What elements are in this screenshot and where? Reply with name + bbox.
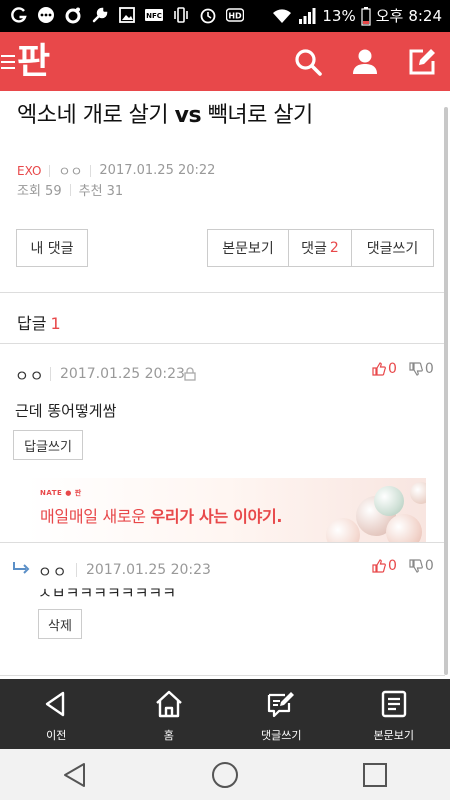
comment-write-icon [268, 692, 295, 718]
upvote-button[interactable]: 0 [372, 558, 397, 574]
divider [0, 292, 445, 293]
house-icon [155, 690, 182, 718]
replies-heading: 답글 1 [17, 314, 61, 333]
vibrate-icon [172, 6, 190, 24]
nfc-icon: NFC [145, 6, 163, 24]
scrollbar[interactable] [444, 107, 448, 675]
view-post-button[interactable]: 본문보기 [208, 230, 289, 266]
divider [0, 675, 445, 676]
system-nav-bar [0, 749, 450, 800]
document-icon [381, 690, 406, 718]
view-post-tool-button[interactable]: 본문보기 [338, 679, 450, 749]
comments-count: 2 [329, 240, 339, 256]
logo: 판 [17, 41, 50, 82]
comment-date: 2017.01.25 20:23 [86, 562, 211, 578]
home-label: 홈 [163, 729, 174, 742]
thumbs-up-icon [372, 559, 386, 573]
post-datetime: 2017.01.25 20:22 [99, 163, 216, 178]
my-comments-button[interactable]: 내 댓글 [16, 229, 88, 267]
ad-text: 매일매일 새로운 우리가 사는 이야기. [40, 507, 283, 526]
write-comment-tool-button[interactable]: 댓글쓰기 [225, 679, 338, 749]
image-icon [118, 6, 136, 24]
svg-text:NFC: NFC [146, 12, 162, 20]
person-icon [352, 49, 377, 74]
hd-icon: HD [226, 6, 244, 24]
circle-icon [64, 6, 82, 24]
g-icon [10, 6, 28, 24]
svg-text:HD: HD [228, 12, 242, 21]
write-comment-button[interactable]: 댓글쓰기 [352, 230, 433, 266]
home-circle-icon [212, 761, 238, 788]
logo-menu-button[interactable]: 판 [0, 39, 50, 85]
write-icon [409, 48, 435, 74]
clock-period: 오후 [375, 7, 404, 25]
status-bar: NFC HD 13% 오후 8:24 [0, 0, 450, 32]
home-button[interactable]: 홈 [113, 679, 226, 749]
reply-arrow-icon [13, 562, 30, 574]
triangle-back-icon [46, 691, 65, 717]
comment-body: ㅅㅂㅋㅋㅋㅋㅋㅋㅋㅋ [38, 588, 177, 600]
replies-count: 1 [50, 314, 61, 333]
ad-brand: NATE ● 판 [40, 489, 82, 497]
alarm-icon [199, 6, 217, 24]
recent-apps-icon [363, 762, 387, 787]
comment-votes: 0 0 [372, 558, 434, 574]
search-icon [294, 48, 322, 76]
comment-date: 2017.01.25 20:23 [60, 366, 185, 382]
lock-icon [184, 367, 196, 381]
app-header: 판 [0, 32, 450, 91]
post-meta: EXO ㅇㅇ 2017.01.25 20:22 [17, 161, 215, 180]
post-category[interactable]: EXO [17, 164, 41, 178]
view-post-label: 본문보기 [373, 729, 414, 742]
downvote-button[interactable]: 0 [409, 361, 434, 377]
upvote-button[interactable]: 0 [372, 361, 397, 377]
comment-author: ㅇㅇ [15, 367, 45, 385]
prev-button[interactable]: 이전 [0, 679, 113, 749]
comment-author: ㅇㅇ [38, 563, 68, 581]
ad-banner[interactable]: NATE ● 판 매일매일 새로운 우리가 사는 이야기. [26, 478, 426, 542]
divider [0, 542, 445, 543]
comment-votes: 0 0 [372, 361, 434, 377]
dots-icon [37, 6, 55, 24]
back-icon [64, 762, 85, 787]
write-button[interactable] [393, 32, 450, 91]
battery-percent: 13% [322, 6, 356, 25]
post-title: 엑소네 개로 살기 vs 빽녀로 살기 [17, 103, 313, 128]
signal-icon [297, 6, 317, 26]
bottom-toolbar: 이전 홈 댓글쓰기 본문보기 [0, 679, 450, 749]
write-comment-label: 댓글쓰기 [261, 729, 302, 742]
delete-button[interactable]: 삭제 [38, 609, 82, 639]
search-button[interactable] [279, 32, 336, 91]
thumbs-up-icon [372, 362, 386, 376]
wrench-icon [91, 6, 109, 24]
view-switch-group: 본문보기 댓글 2 댓글쓰기 [207, 229, 434, 267]
thumbs-down-icon [409, 559, 423, 573]
thumbs-down-icon [409, 362, 423, 376]
prev-label: 이전 [46, 729, 67, 742]
comments-button[interactable]: 댓글 2 [289, 230, 352, 266]
comment-body: 근데 똥어떻게쌈 [15, 402, 117, 420]
menu-icon [1, 55, 15, 69]
downvote-button[interactable]: 0 [409, 558, 434, 574]
write-reply-button[interactable]: 답글쓰기 [13, 430, 83, 460]
post-content[interactable]: 엑소네 개로 살기 vs 빽녀로 살기 EXO ㅇㅇ 2017.01.25 20… [0, 91, 450, 679]
system-recent-button[interactable] [330, 749, 420, 800]
post-views: 조회 59 [17, 184, 62, 199]
profile-button[interactable] [336, 32, 393, 91]
system-home-button[interactable] [180, 749, 270, 800]
system-back-button[interactable] [30, 749, 120, 800]
battery-icon [361, 6, 371, 26]
clock-time: 8:24 [408, 6, 442, 25]
divider [0, 343, 445, 344]
post-stats: 조회 59 추천 31 [17, 180, 123, 199]
post-recommends: 추천 31 [78, 184, 124, 199]
post-author: ㅇㅇ [58, 165, 83, 180]
wifi-icon [272, 6, 292, 26]
